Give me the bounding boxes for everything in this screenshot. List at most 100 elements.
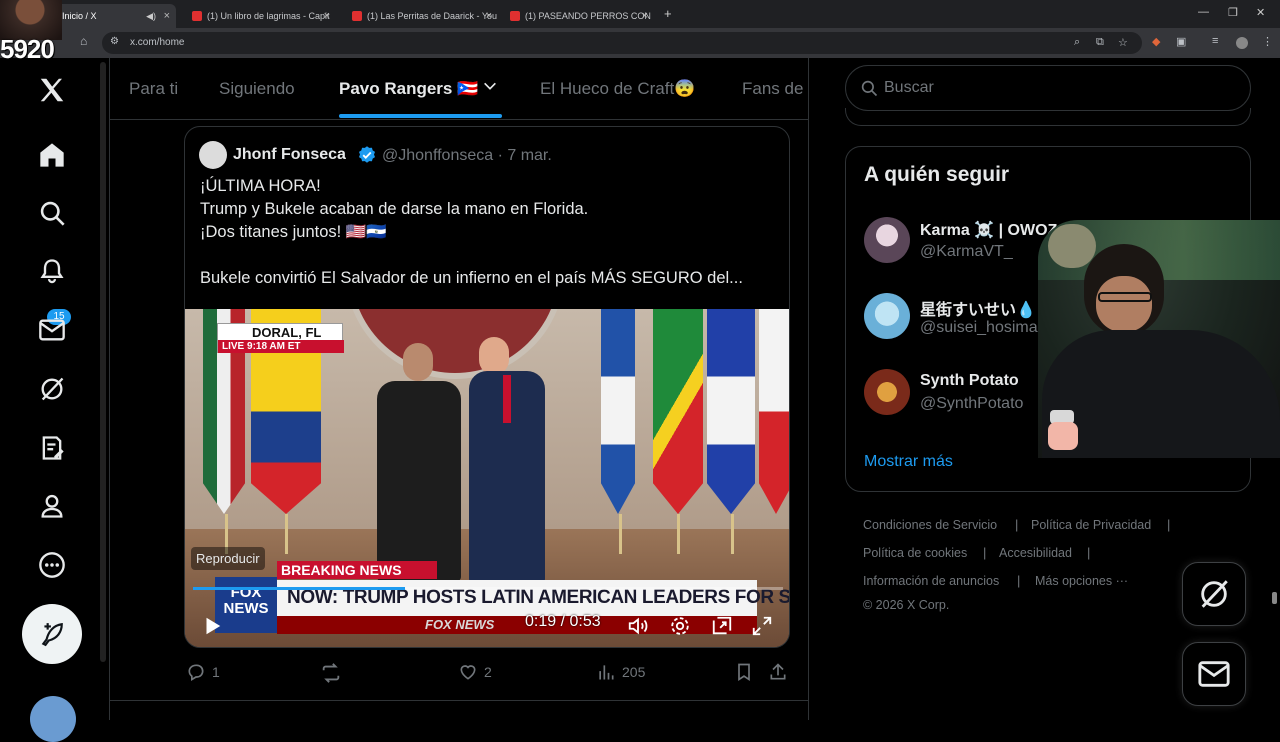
maximize-icon[interactable]: ❐ (1228, 6, 1238, 19)
suggestion-name[interactable]: 星街すいせい💧 (920, 296, 1036, 320)
site-info-icon[interactable]: ⚙ (110, 36, 119, 47)
close-tab-icon[interactable]: × (642, 10, 648, 22)
views-button[interactable]: 205 (596, 662, 645, 682)
messages-floating-button[interactable] (1182, 642, 1246, 706)
page-scrollbar-thumb[interactable] (1272, 592, 1277, 604)
dateline-text: DORAL, FL (252, 325, 322, 340)
quoted-post[interactable]: Jhonf Fonseca @Jhonffonseca · 7 mar. ¡ÚL… (184, 126, 790, 648)
media-icon[interactable]: ≡ (1212, 35, 1218, 47)
close-window-icon[interactable]: ✕ (1256, 6, 1265, 19)
repost-button[interactable] (320, 662, 348, 684)
video-progress-fill (193, 587, 406, 590)
mail-icon[interactable] (36, 314, 68, 346)
bookmark-button[interactable] (734, 662, 754, 682)
streamer-glasses (1098, 292, 1152, 302)
minimize-icon[interactable]: — (1198, 6, 1209, 18)
fullscreen-icon[interactable] (751, 615, 773, 642)
reply-button[interactable]: 1 (186, 662, 220, 682)
tab-title: (1) PASEANDO PERROS CON M (525, 11, 654, 21)
views-count: 205 (622, 664, 646, 680)
quoted-author-avatar[interactable] (199, 141, 227, 169)
show-more-link[interactable]: Mostrar más (864, 453, 953, 471)
footer-ads-info-link[interactable]: Información de anuncios (863, 574, 999, 588)
lists-icon[interactable] (36, 432, 68, 464)
tab-para-ti[interactable]: Para ti (129, 79, 178, 99)
new-tab-icon[interactable]: + (664, 6, 672, 21)
extension-icon[interactable]: ◆ (1152, 35, 1160, 48)
bookmark-star-icon[interactable]: ☆ (1118, 36, 1128, 49)
flag-panama (759, 309, 789, 514)
omnibox[interactable]: ⚙ x.com/home ⌕ ⧉ ☆ (102, 32, 1142, 54)
suggestion-avatar[interactable] (864, 217, 910, 263)
more-icon[interactable] (36, 549, 68, 581)
profile-browser-icon[interactable] (1236, 37, 1248, 49)
tab-title: (1) Un libro de lagrimas - Capit (207, 11, 330, 21)
video-progress-bar[interactable] (193, 587, 783, 590)
share-icon (770, 663, 786, 680)
compose-post-button[interactable] (22, 604, 82, 664)
browser-tab-inicio[interactable]: Inicio / X ◀) × (56, 4, 176, 28)
tab-hueco-de-craft[interactable]: El Hueco de Craft😨 (540, 79, 695, 99)
footer-more-options-link[interactable]: Más opciones ··· (1035, 574, 1128, 588)
search-icon[interactable] (36, 197, 68, 229)
extensions-puzzle-icon[interactable]: ▣ (1176, 35, 1186, 48)
reply-count: 1 (212, 664, 220, 680)
suggestion-name[interactable]: Karma ☠️ | OWOZ (920, 220, 1057, 240)
url-text[interactable]: x.com/home (130, 37, 184, 48)
chevron-down-icon[interactable] (482, 78, 498, 99)
bell-icon[interactable] (36, 255, 68, 287)
video-player[interactable]: DORAL, FL LIVE 9:18 AM ET Reproducir BRE… (185, 309, 789, 647)
suggestion-handle: @suisei_hosima (920, 319, 1038, 336)
search-box[interactable]: Buscar (845, 65, 1251, 111)
tab-title: Inicio / X (62, 11, 97, 21)
home-browser-icon[interactable]: ⌂ (80, 34, 87, 48)
x-logo-icon[interactable] (36, 74, 68, 106)
footer-terms-link[interactable]: Condiciones de Servicio (863, 518, 997, 532)
footer-accessibility-link[interactable]: Accesibilidad (999, 546, 1072, 560)
footer-privacy-link[interactable]: Política de Privacidad (1031, 518, 1151, 532)
suggestion-avatar[interactable] (864, 293, 910, 339)
picture-in-picture-icon[interactable] (711, 615, 733, 642)
selected-tab-indicator (339, 114, 502, 118)
like-button[interactable]: 2 (458, 662, 492, 682)
browser-tab-paseando[interactable]: (1) PASEANDO PERROS CON M × (504, 4, 654, 28)
account-avatar[interactable] (30, 696, 76, 742)
grok-floating-button[interactable] (1182, 562, 1246, 626)
search-placeholder: Buscar (884, 79, 934, 96)
grok-icon[interactable] (36, 373, 68, 405)
suggestion-avatar[interactable] (864, 369, 910, 415)
close-tab-icon[interactable]: × (486, 10, 492, 22)
browser-tab-perritas[interactable]: (1) Las Perritas de Daarick - You × (346, 4, 498, 28)
suggestion-handle: @KarmaVT_ (920, 243, 1013, 260)
close-tab-icon[interactable]: × (324, 10, 330, 22)
profile-icon[interactable] (36, 490, 68, 522)
post-text-line: Bukele convirtió El Salvador de un infie… (200, 269, 743, 287)
footer-separator: | (1087, 545, 1091, 560)
menu-kebab-icon[interactable]: ⋮ (1262, 35, 1273, 48)
zoom-icon[interactable]: ⌕ (1074, 36, 1080, 49)
sticker-body (1048, 422, 1078, 450)
footer-cookies-link[interactable]: Política de cookies (863, 546, 967, 560)
play-icon[interactable] (201, 615, 223, 642)
close-tab-icon[interactable]: × (164, 10, 170, 22)
volume-icon[interactable] (627, 615, 649, 642)
share-button[interactable] (768, 662, 788, 682)
left-scrollbar[interactable] (100, 62, 106, 662)
translate-icon[interactable]: ⧉ (1096, 36, 1104, 49)
tab-pavo-rangers[interactable]: Pavo Rangers 🇵🇷 (339, 79, 478, 99)
video-controls: 0:19 / 0:53 (185, 605, 789, 647)
quoted-author-name[interactable]: Jhonf Fonseca (233, 146, 346, 164)
person-bukele (377, 381, 461, 581)
suggestion-name[interactable]: Synth Potato (920, 372, 1019, 390)
flag-pole (677, 514, 680, 554)
who-to-follow-title: A quién seguir (864, 163, 1010, 186)
views-bar-chart-icon (599, 665, 614, 680)
browser-tab-libro[interactable]: (1) Un libro de lagrimas - Capit × (186, 4, 336, 28)
tab-siguiendo[interactable]: Siguiendo (219, 79, 295, 99)
home-icon[interactable] (36, 139, 68, 171)
reproducir-label: Reproducir (191, 547, 265, 570)
settings-gear-icon[interactable] (669, 615, 691, 642)
speaker-icon[interactable]: ◀) (146, 11, 156, 22)
tab-fans-de[interactable]: Fans de (742, 79, 803, 99)
browser-tab-bar: Inicio / X ◀) × (1) Un libro de lagrimas… (0, 0, 1280, 28)
